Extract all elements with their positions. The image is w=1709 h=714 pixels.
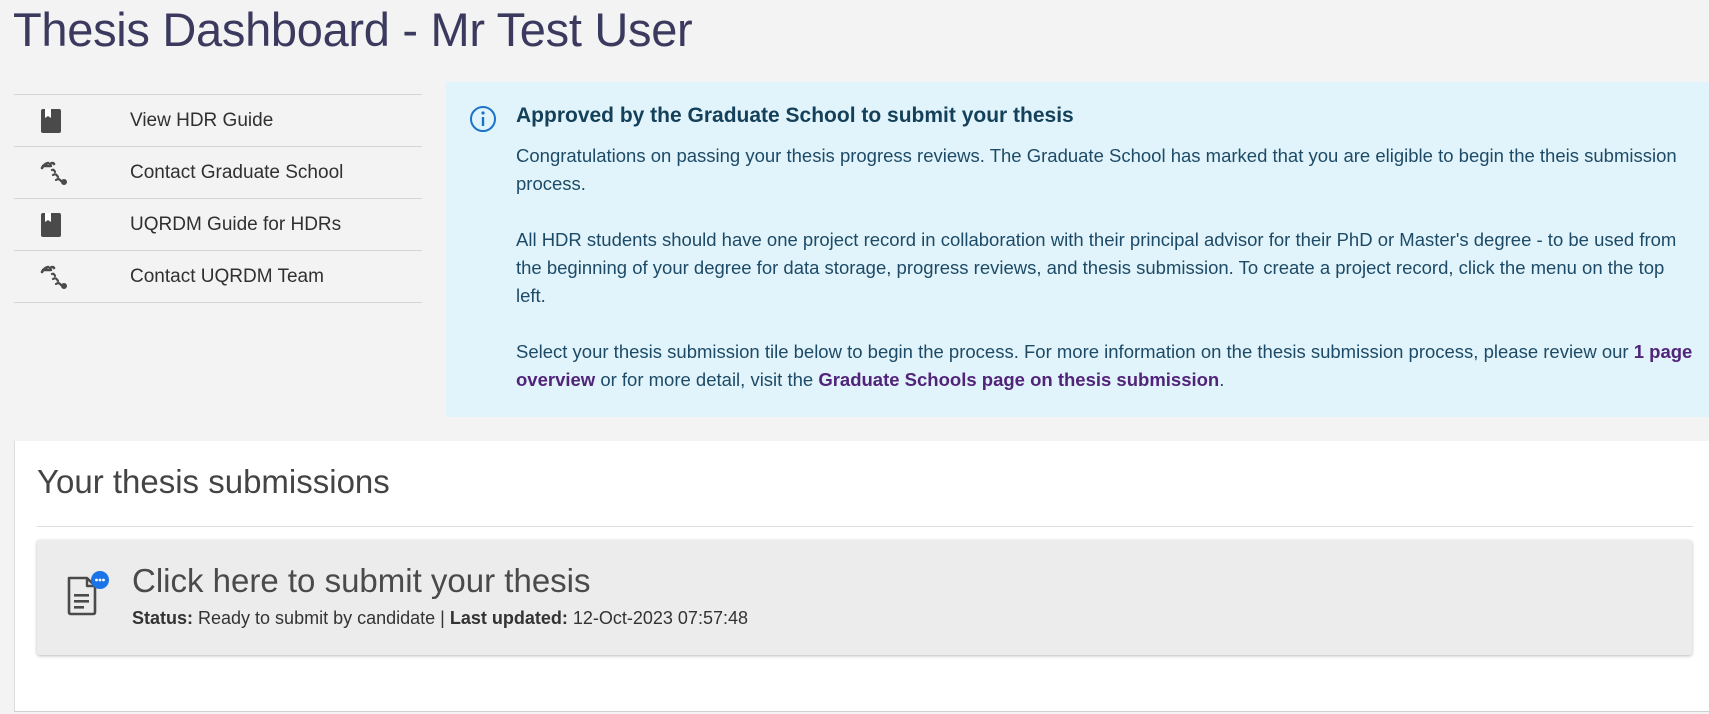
eligibility-alert: Approved by the Graduate School to submi… — [446, 82, 1709, 417]
quick-link-label: Contact UQRDM Team — [130, 265, 324, 287]
quick-link-view-hdr-guide[interactable]: View HDR Guide — [14, 95, 422, 147]
page-title: Thesis Dashboard - Mr Test User — [13, 3, 693, 56]
book-icon — [40, 212, 82, 238]
quick-link-label: UQRDM Guide for HDRs — [130, 213, 342, 235]
submit-thesis-tile[interactable]: Click here to submit your thesis Status:… — [37, 540, 1692, 655]
last-updated-value: 12-Oct-2023 07:57:48 — [567, 608, 748, 628]
last-updated-label: Last updated: — [449, 608, 568, 628]
quick-link-label: View HDR Guide — [130, 109, 274, 131]
document-notification-icon — [65, 570, 109, 623]
divider — [37, 526, 1693, 527]
quick-link-label: Contact Graduate School — [130, 161, 344, 183]
alert-paragraph-instructions: Select your thesis submission tile below… — [516, 338, 1696, 394]
book-icon — [40, 108, 82, 134]
alert-title: Approved by the Graduate School to submi… — [516, 104, 1074, 127]
contact-icon — [40, 264, 82, 290]
quick-link-contact-graduate-school[interactable]: Contact Graduate School — [14, 147, 422, 199]
alert-text: or for more detail, visit the — [595, 369, 819, 390]
alert-text: . — [1219, 369, 1225, 390]
status-label: Status: — [132, 608, 194, 628]
tile-status-line: Status: Ready to submit by candidate | L… — [132, 608, 748, 629]
alert-text: Select your thesis submission tile below… — [516, 341, 1634, 362]
submissions-title: Your thesis submissions — [37, 463, 390, 500]
info-icon — [469, 105, 497, 138]
quick-link-contact-uqrdm-team[interactable]: Contact UQRDM Team — [14, 251, 422, 303]
status-value: Ready to submit by candidate | — [193, 608, 450, 628]
quick-links-list: View HDR Guide Contact Graduate School U… — [14, 94, 422, 303]
thesis-submissions-card: Your thesis submissions Click here to su… — [14, 441, 1709, 712]
graduate-school-page-link[interactable]: Graduate Schools page on thesis submissi… — [818, 369, 1219, 390]
alert-paragraph-project-record: All HDR students should have one project… — [516, 229, 1677, 306]
alert-paragraph-eligibility: Congratulations on passing your thesis p… — [516, 145, 1677, 194]
contact-icon — [40, 160, 82, 186]
alert-body: Congratulations on passing your thesis p… — [516, 142, 1696, 422]
quick-link-uqrdm-guide[interactable]: UQRDM Guide for HDRs — [14, 199, 422, 251]
tile-title: Click here to submit your thesis — [132, 562, 591, 599]
